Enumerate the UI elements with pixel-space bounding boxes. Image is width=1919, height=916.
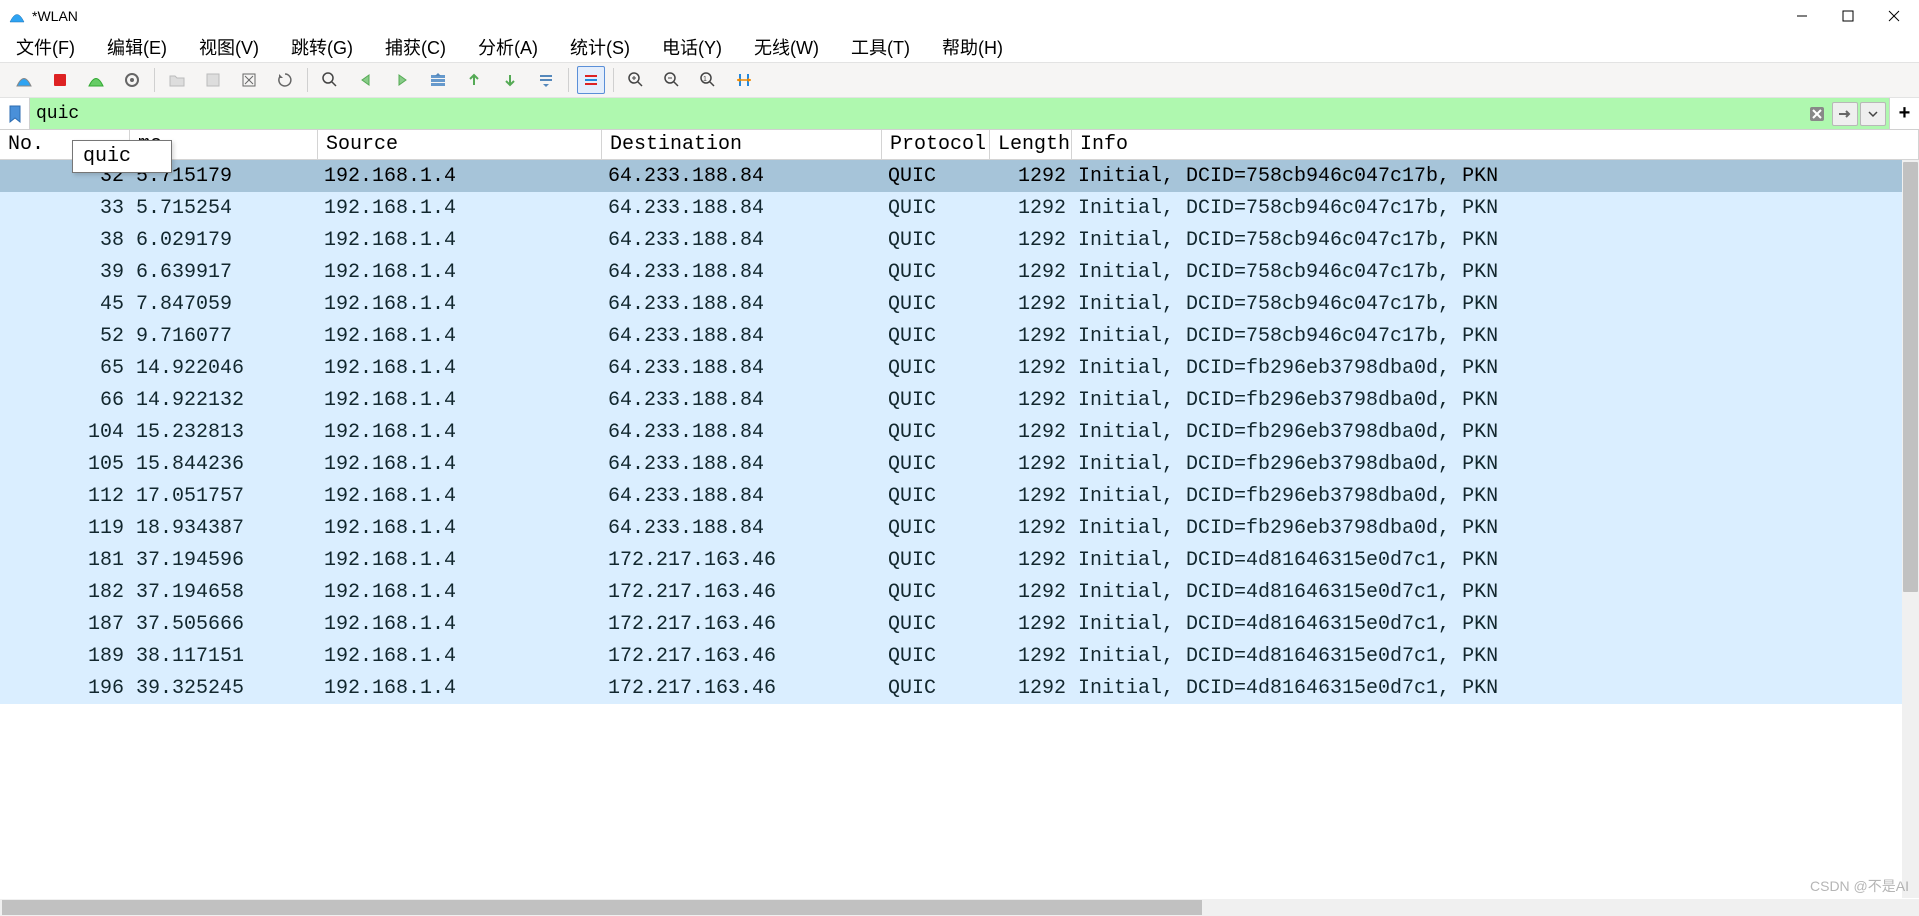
packet-row[interactable]: 386.029179192.168.1.464.233.188.84QUIC12… [0,224,1919,256]
packet-list-header: No. me Source Destination Protocol Lengt… [0,130,1919,160]
go-last-button[interactable] [496,66,524,94]
vertical-scrollbar[interactable] [1902,160,1919,898]
packet-row[interactable]: 325.715179192.168.1.464.233.188.84QUIC12… [0,160,1919,192]
clear-filter-button[interactable] [1804,102,1830,126]
menu-file[interactable]: 文件(F) [8,32,91,62]
menu-telephony[interactable]: 电话(Y) [654,32,738,62]
watermark: CSDN @不是AI [1810,876,1909,896]
reload-button[interactable] [271,66,299,94]
horizontal-scrollbar[interactable] [0,899,1919,916]
menu-tools[interactable]: 工具(T) [843,32,926,62]
packet-row[interactable]: 10415.232813192.168.1.464.233.188.84QUIC… [0,416,1919,448]
add-filter-button[interactable]: + [1889,98,1919,129]
packet-row[interactable]: 18938.117151192.168.1.4172.217.163.46QUI… [0,640,1919,672]
menu-view[interactable]: 视图(V) [191,32,275,62]
window-title: *WLAN [32,8,78,24]
go-back-button[interactable] [352,66,380,94]
scrollbar-thumb[interactable] [1903,162,1918,592]
restart-capture-button[interactable] [82,66,110,94]
column-header-destination[interactable]: Destination [602,130,882,159]
packet-row[interactable]: 18137.194596192.168.1.4172.217.163.46QUI… [0,544,1919,576]
menu-analyze[interactable]: 分析(A) [470,32,554,62]
go-first-button[interactable] [460,66,488,94]
menu-edit[interactable]: 编辑(E) [99,32,183,62]
column-header-source[interactable]: Source [318,130,602,159]
toolbar-separator [307,68,308,92]
stop-capture-button[interactable] [46,66,74,94]
packet-row[interactable]: 457.847059192.168.1.464.233.188.84QUIC12… [0,288,1919,320]
toolbar-separator [568,68,569,92]
menu-go[interactable]: 跳转(G) [283,32,369,62]
maximize-button[interactable] [1825,0,1871,32]
minimize-button[interactable] [1779,0,1825,32]
start-capture-button[interactable] [10,66,38,94]
titlebar: *WLAN [0,0,1919,32]
save-file-button[interactable] [199,66,227,94]
toolbar-separator [154,68,155,92]
open-file-button[interactable] [163,66,191,94]
packet-row[interactable]: 11217.051757192.168.1.464.233.188.84QUIC… [0,480,1919,512]
find-packet-button[interactable] [316,66,344,94]
packet-list[interactable]: 325.715179192.168.1.464.233.188.84QUIC12… [0,160,1919,898]
display-filter-input[interactable] [30,98,1803,129]
toolbar: 1 [0,62,1919,98]
packet-row[interactable]: 6514.922046192.168.1.464.233.188.84QUIC1… [0,352,1919,384]
go-forward-button[interactable] [388,66,416,94]
filter-autocomplete-popup[interactable]: quic [72,140,172,173]
zoom-in-button[interactable] [622,66,650,94]
go-to-packet-button[interactable] [424,66,452,94]
zoom-out-button[interactable] [658,66,686,94]
colorize-button[interactable] [577,66,605,94]
zoom-reset-button[interactable]: 1 [694,66,722,94]
packet-row[interactable]: 335.715254192.168.1.464.233.188.84QUIC12… [0,192,1919,224]
packet-row[interactable]: 529.716077192.168.1.464.233.188.84QUIC12… [0,320,1919,352]
filter-history-button[interactable] [1860,102,1886,126]
close-button[interactable] [1871,0,1917,32]
packet-row[interactable]: 11918.934387192.168.1.464.233.188.84QUIC… [0,512,1919,544]
packet-row[interactable]: 18737.505666192.168.1.4172.217.163.46QUI… [0,608,1919,640]
menu-stats[interactable]: 统计(S) [562,32,646,62]
menu-wireless[interactable]: 无线(W) [746,32,835,62]
packet-row[interactable]: 19639.325245192.168.1.4172.217.163.46QUI… [0,672,1919,704]
toolbar-separator [613,68,614,92]
autocomplete-item[interactable]: quic [83,145,131,168]
packet-row[interactable]: 18237.194658192.168.1.4172.217.163.46QUI… [0,576,1919,608]
resize-columns-button[interactable] [730,66,758,94]
menu-capture[interactable]: 捕获(C) [377,32,462,62]
wireshark-icon [8,7,26,25]
column-header-length[interactable]: Length [990,130,1072,159]
filter-bookmark-button[interactable] [0,98,30,129]
menubar: 文件(F) 编辑(E) 视图(V) 跳转(G) 捕获(C) 分析(A) 统计(S… [0,32,1919,62]
packet-row[interactable]: 396.639917192.168.1.464.233.188.84QUIC12… [0,256,1919,288]
menu-help[interactable]: 帮助(H) [934,32,1019,62]
packet-row[interactable]: 6614.922132192.168.1.464.233.188.84QUIC1… [0,384,1919,416]
svg-text:1: 1 [703,76,707,83]
auto-scroll-button[interactable] [532,66,560,94]
close-file-button[interactable] [235,66,263,94]
packet-row[interactable]: 10515.844236192.168.1.464.233.188.84QUIC… [0,448,1919,480]
column-header-protocol[interactable]: Protocol [882,130,990,159]
capture-options-button[interactable] [118,66,146,94]
apply-filter-button[interactable] [1832,102,1858,126]
display-filter-bar: + [0,98,1919,130]
column-header-info[interactable]: Info [1072,130,1919,159]
scrollbar-thumb[interactable] [2,900,1202,915]
